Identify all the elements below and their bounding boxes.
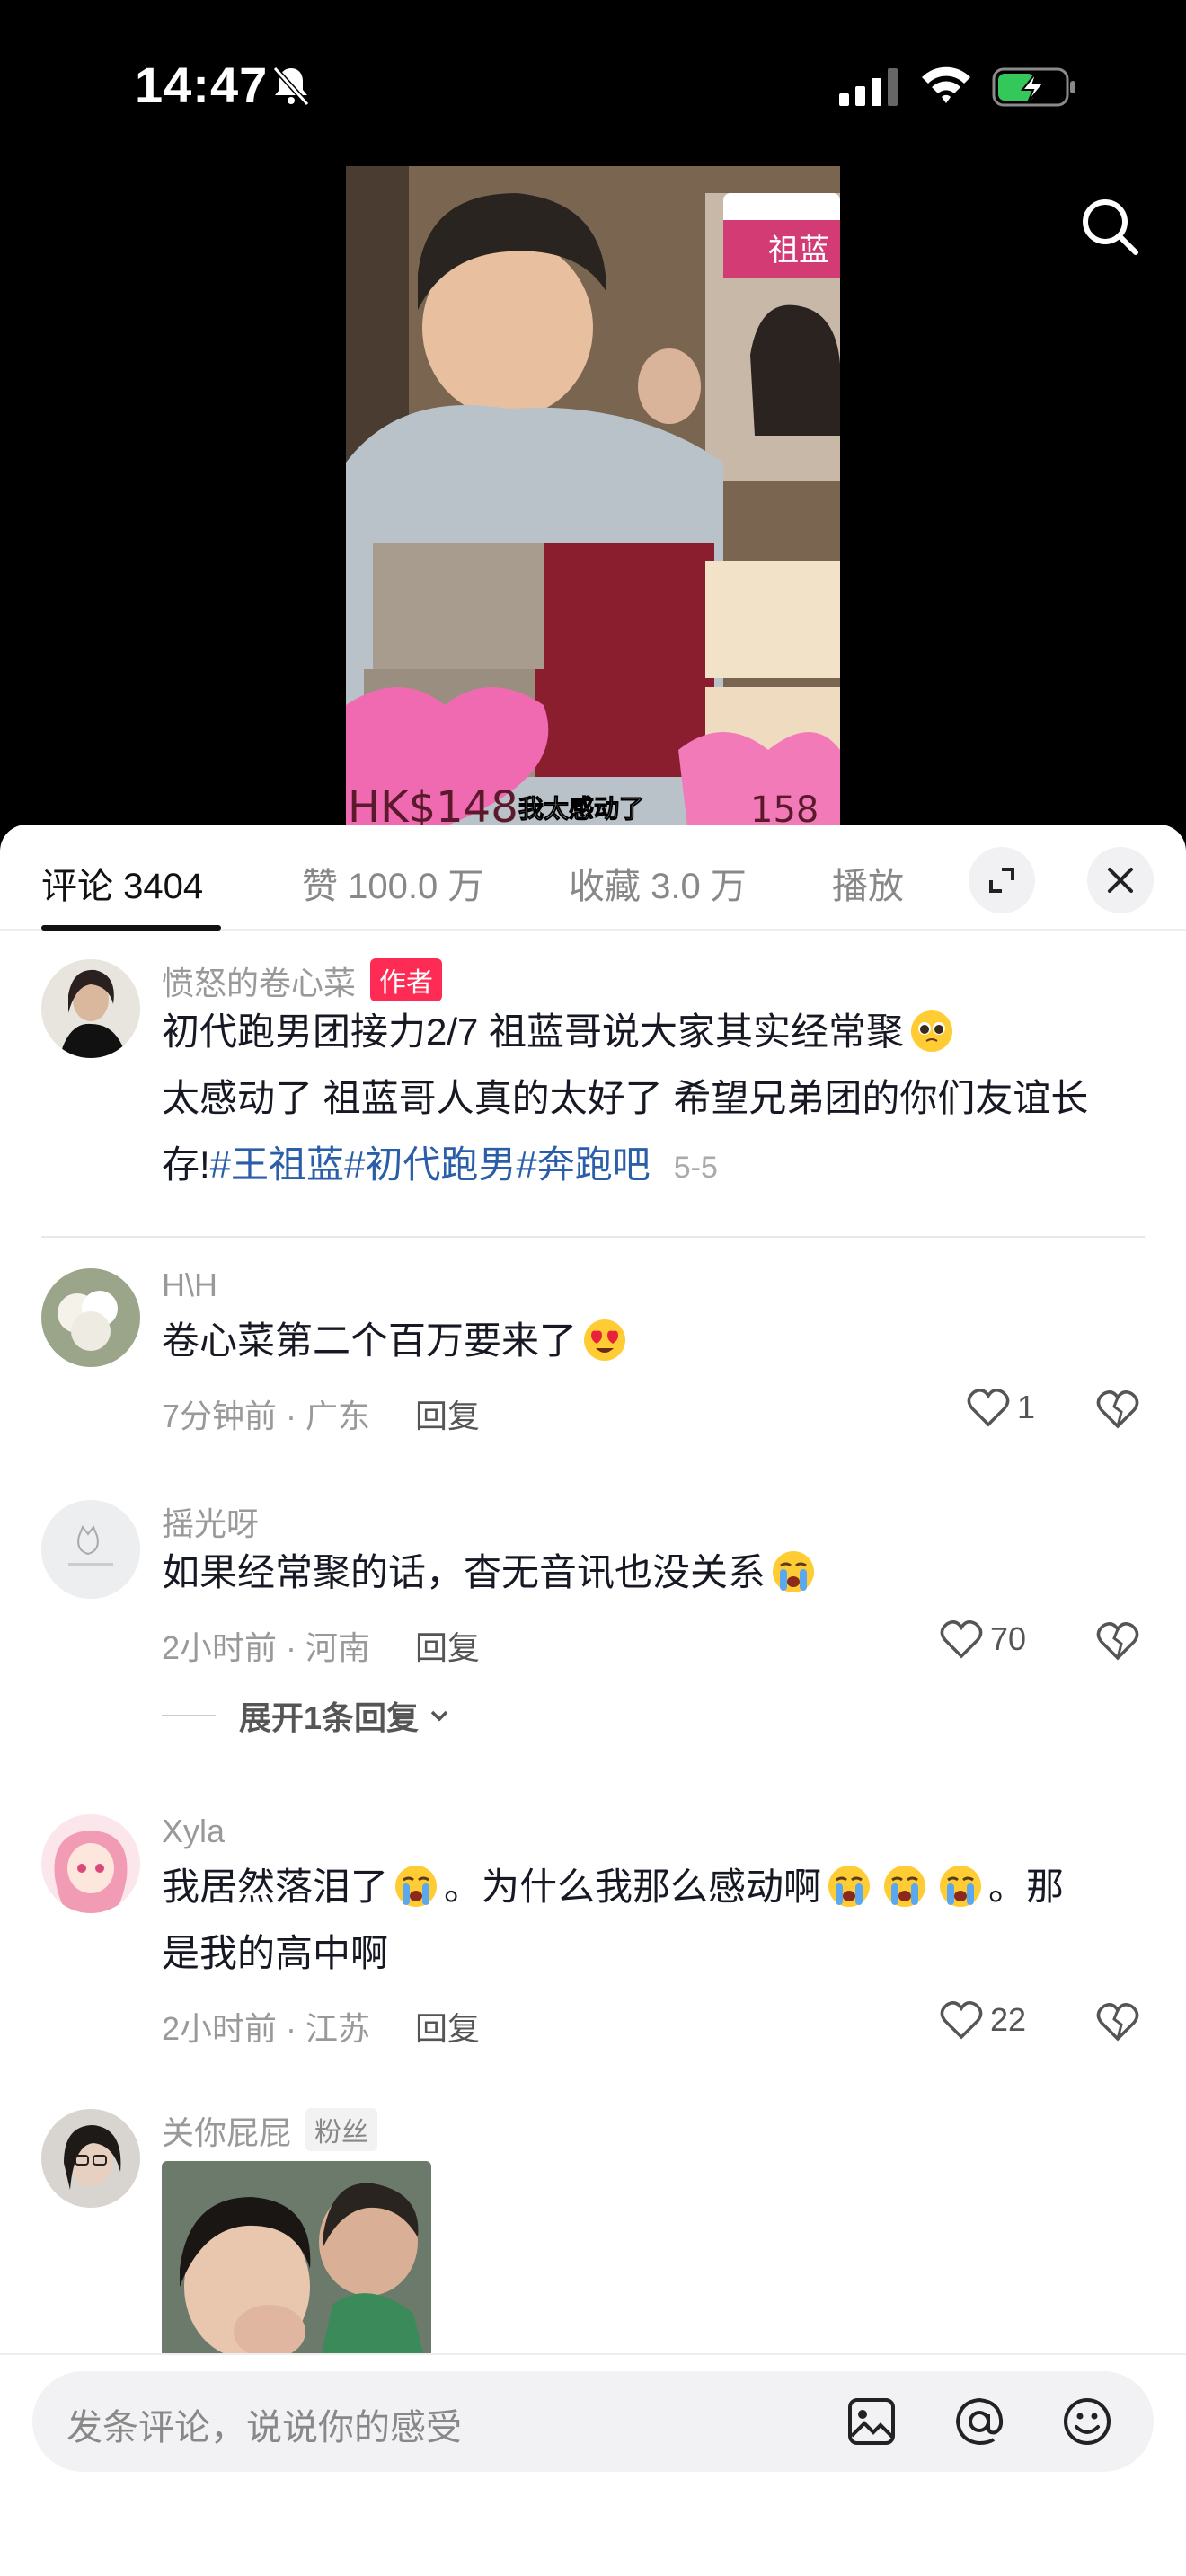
comment-sheet: 评论 3404 赞 100.0 万 收藏 3.0 万 播放 愤怒的卷心菜 作者 初…: [0, 825, 1186, 2576]
hashtag-link[interactable]: #王祖蓝: [210, 1143, 344, 1186]
comment-text: 初代跑男团接力2/7 祖蓝哥说大家其实经常聚 太感动了 祖蓝哥人真的太好了 希望…: [162, 1010, 1089, 1186]
crying-emoji-icon: [395, 1866, 438, 1907]
divider: [41, 1236, 1145, 1238]
crying-emoji-icon: [884, 1866, 926, 1907]
expand-button[interactable]: [969, 847, 1035, 913]
like-count: 70: [990, 1620, 1027, 1657]
like-button[interactable]: 70: [940, 1619, 1026, 1660]
avatar[interactable]: [41, 1500, 140, 1599]
close-icon: [1108, 868, 1133, 893]
active-tab-indicator: [41, 925, 221, 931]
dislike-heart-icon[interactable]: [1096, 1387, 1139, 1430]
cell-signal-icon: [839, 68, 898, 106]
comment-username[interactable]: H\H: [162, 1266, 217, 1304]
like-count: 1: [1017, 1389, 1036, 1425]
comment-input-bar: 发条评论，说说你的感受: [0, 2353, 1186, 2576]
reply-button[interactable]: 回复: [415, 1398, 480, 1434]
crying-emoji-icon: [773, 1551, 815, 1592]
video-still-image: 祖蓝 HK$148 158 我太感动了: [346, 166, 840, 826]
like-button[interactable]: 1: [967, 1387, 1035, 1428]
tab-plays[interactable]: 播放: [832, 857, 904, 909]
like-button[interactable]: 22: [940, 1999, 1026, 2041]
heart-icon: [967, 1389, 1010, 1427]
author-badge: 作者: [370, 958, 443, 1001]
comment-username[interactable]: 愤怒的卷心菜 作者: [162, 957, 443, 1004]
chevron-down-icon: [430, 1710, 448, 1722]
comment-username[interactable]: 关你屁屁 粉丝: [162, 2107, 378, 2154]
tab-likes[interactable]: 赞 100.0 万: [302, 857, 483, 909]
dislike-heart-icon[interactable]: [1096, 1619, 1139, 1662]
video-price-left: HK$148: [348, 782, 518, 826]
status-bar: 14:47: [0, 0, 1186, 171]
video-frame[interactable]: 祖蓝 HK$148 158 我太感动了: [346, 166, 840, 826]
bell-muted-icon: [272, 66, 310, 106]
reply-button[interactable]: 回复: [415, 1629, 480, 1666]
comment-tabs: 评论 3404 赞 100.0 万 收藏 3.0 万 播放: [0, 825, 1186, 931]
avatar[interactable]: [41, 2109, 140, 2208]
hashtag-link[interactable]: #奔跑吧: [516, 1143, 650, 1186]
avatar[interactable]: [41, 1814, 140, 1913]
reply-button[interactable]: 回复: [415, 2010, 480, 2047]
fan-badge: 粉丝: [305, 2108, 378, 2151]
comment-meta: 2小时前 · 河南 回复: [162, 1629, 481, 1666]
mention-icon[interactable]: [952, 2395, 1006, 2448]
comment-text: 我居然落泪了 。为什么我那么感动啊 。那 是我的高中啊: [162, 1866, 1065, 1974]
comment-username[interactable]: Xyla: [162, 1813, 225, 1850]
dislike-heart-icon[interactable]: [1096, 1999, 1139, 2042]
comment-meta: 7分钟前 · 广东 回复: [162, 1398, 481, 1434]
heart-icon: [940, 2001, 983, 2040]
wifi-icon: [922, 66, 970, 103]
expand-icon: [989, 868, 1014, 893]
video-player[interactable]: 祖蓝 HK$148 158 我太感动了: [0, 166, 1186, 826]
expand-line: [162, 1715, 216, 1716]
like-count: 22: [990, 2001, 1027, 2038]
status-time: 14:47: [135, 57, 269, 113]
close-button[interactable]: [1087, 847, 1154, 913]
comment-date: 5-5: [673, 1151, 718, 1185]
crying-emoji-icon: [940, 1866, 982, 1907]
comment-meta: 2小时前 · 江苏 回复: [162, 2010, 481, 2047]
comment-image[interactable]: [162, 2161, 431, 2386]
pleading-emoji-icon: [911, 1010, 953, 1052]
image-icon[interactable]: [845, 2395, 898, 2448]
comment-text: 如果经常聚的话，杳无音讯也没关系: [162, 1539, 1141, 1606]
crying-emoji-icon: [828, 1866, 871, 1907]
comment-text: 卷心菜第二个百万要来了: [162, 1308, 1141, 1374]
video-sign-text: 祖蓝: [768, 233, 829, 269]
avatar[interactable]: [41, 1268, 140, 1367]
tab-favorites[interactable]: 收藏 3.0 万: [569, 857, 747, 909]
expand-replies-button[interactable]: 展开1条回复: [162, 1692, 453, 1739]
heart-icon: [940, 1620, 983, 1659]
hashtag-link[interactable]: #初代跑男: [344, 1143, 516, 1186]
emoji-icon[interactable]: [1060, 2395, 1114, 2448]
tab-comments[interactable]: 评论 3404: [41, 857, 203, 909]
comment-input[interactable]: 发条评论，说说你的感受: [32, 2371, 1154, 2472]
comment-username[interactable]: 摇光呀: [162, 1498, 259, 1545]
heart-eyes-emoji-icon: [584, 1319, 626, 1361]
comment-input-placeholder: 发条评论，说说你的感受: [66, 2408, 462, 2448]
video-caption: 我太感动了: [518, 794, 644, 824]
avatar[interactable]: [41, 959, 140, 1058]
search-icon[interactable]: [1078, 195, 1141, 258]
battery-charging-icon: [992, 67, 1075, 107]
video-price-right: 158: [750, 790, 819, 826]
